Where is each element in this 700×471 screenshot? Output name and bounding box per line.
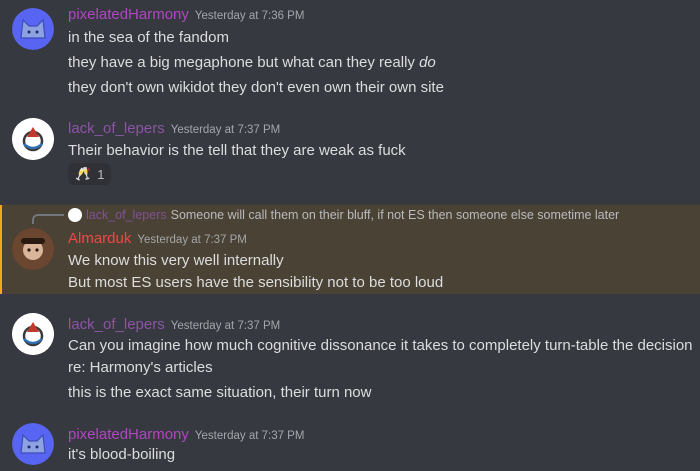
reply-preview[interactable]: lack_of_lepers Someone will call them on… (68, 208, 619, 222)
timestamp: Yesterday at 7:37 PM (170, 320, 281, 332)
username[interactable]: pixelatedHarmony (68, 426, 189, 443)
avatar[interactable] (12, 423, 54, 465)
avatar[interactable] (12, 228, 54, 270)
blue-cat-avatar-icon (12, 423, 54, 465)
message-header: pixelatedHarmony Yesterday at 7:37 PM (68, 426, 304, 444)
highlight-bar (0, 205, 2, 294)
message-header: pixelatedHarmony Yesterday at 7:36 PM (68, 6, 304, 24)
message-header: lack_of_lepers Yesterday at 7:37 PM (68, 316, 280, 334)
username[interactable]: Almarduk (68, 230, 131, 247)
avatar[interactable] (12, 313, 54, 355)
message-text: this is the exact same situation, their … (68, 384, 372, 401)
scp-logo-avatar-icon (12, 118, 54, 160)
clinking-glasses-icon: 🥂 (75, 166, 92, 181)
message-text: Their behavior is the tell that they are… (68, 142, 406, 159)
reply-spine (32, 214, 64, 224)
message-text: Can you imagine how much cognitive disso… (68, 337, 693, 354)
message-header: Almarduk Yesterday at 7:37 PM (68, 230, 247, 248)
message-text: in the sea of the fandom (68, 29, 229, 46)
character-avatar-icon (12, 228, 54, 270)
reply-avatar-icon (68, 208, 82, 222)
reaction-button[interactable]: 🥂 1 (68, 163, 112, 185)
blue-cat-avatar-icon (12, 8, 54, 50)
message-text: re: Harmony's articles (68, 359, 213, 376)
timestamp: Yesterday at 7:37 PM (170, 124, 281, 136)
avatar[interactable] (12, 118, 54, 160)
timestamp: Yesterday at 7:37 PM (194, 430, 305, 442)
timestamp: Yesterday at 7:36 PM (194, 10, 305, 22)
message-text: We know this very well internally (68, 252, 284, 269)
message-text: But most ES users have the sensibility n… (68, 274, 444, 291)
message-text: they have a big megaphone but what can t… (68, 54, 436, 71)
message-text: they don't own wikidot they don't even o… (68, 79, 444, 96)
username[interactable]: lack_of_lepers (68, 120, 165, 137)
message-header: lack_of_lepers Yesterday at 7:37 PM (68, 120, 280, 138)
message-text: it's blood-boiling (68, 446, 176, 463)
reply-text[interactable]: Someone will call them on their bluff, i… (171, 208, 620, 222)
username[interactable]: lack_of_lepers (68, 316, 165, 333)
reply-author[interactable]: lack_of_lepers (86, 208, 167, 222)
scp-logo-avatar-icon (12, 313, 54, 355)
avatar[interactable] (12, 8, 54, 50)
username[interactable]: pixelatedHarmony (68, 6, 189, 23)
reaction-count: 1 (97, 166, 105, 182)
timestamp: Yesterday at 7:37 PM (137, 234, 247, 246)
